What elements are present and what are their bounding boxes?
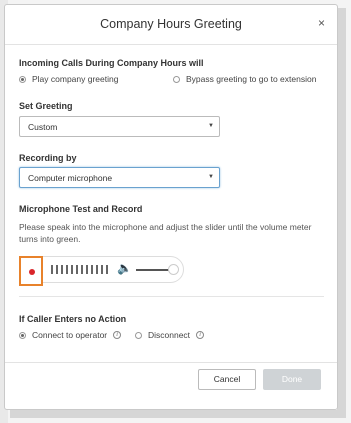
recording-by-select[interactable]: Computer microphone ▼ — [19, 167, 220, 188]
dialog-shadow-right — [337, 8, 346, 413]
radio-button[interactable] — [135, 331, 142, 339]
radio-label: Play company greeting — [32, 74, 119, 84]
close-icon[interactable]: × — [318, 16, 325, 30]
set-greeting-label: Set Greeting — [19, 101, 73, 111]
dialog-header: Company Hours Greeting × — [5, 5, 337, 45]
select-value: Computer microphone — [28, 173, 113, 183]
meter-bar — [51, 265, 53, 274]
radio-button[interactable] — [19, 331, 26, 339]
radio-connect-operator[interactable]: Connect to operator i — [19, 330, 122, 340]
meter-bar — [106, 265, 108, 274]
volume-slider-handle[interactable] — [168, 264, 179, 275]
volume-slider-track[interactable] — [136, 269, 172, 271]
set-greeting-select[interactable]: Custom ▼ — [19, 116, 220, 137]
meter-bar — [101, 265, 103, 274]
meter-bar — [66, 265, 68, 274]
meter-bar — [86, 265, 88, 274]
radio-button[interactable] — [173, 75, 180, 83]
meter-bar — [91, 265, 93, 274]
mic-test-description: Please speak into the microphone and adj… — [19, 222, 312, 244]
radio-label: Disconnect — [148, 330, 191, 340]
radio-bypass-greeting[interactable]: Bypass greeting to go to extension — [173, 74, 316, 84]
meter-bar — [81, 265, 83, 274]
info-icon[interactable]: i — [196, 331, 205, 339]
company-hours-greeting-dialog: Company Hours Greeting × Incoming Calls … — [4, 4, 338, 410]
select-value: Custom — [28, 122, 58, 132]
speaker-icon: 🔈 — [117, 261, 132, 275]
cancel-button[interactable]: Cancel — [198, 369, 256, 390]
chevron-down-icon: ▼ — [208, 123, 214, 129]
meter-bar — [71, 265, 73, 274]
incoming-calls-label: Incoming Calls During Company Hours will — [19, 58, 204, 68]
done-button[interactable]: Done — [263, 369, 321, 390]
meter-bar — [76, 265, 78, 274]
dialog-title: Company Hours Greeting — [100, 17, 242, 31]
record-button[interactable] — [19, 256, 43, 286]
radio-label: Bypass greeting to go to extension — [186, 74, 317, 84]
info-icon[interactable]: i — [113, 331, 122, 339]
meter-bar — [56, 265, 58, 274]
dialog-shadow-bottom — [10, 410, 346, 418]
no-action-label: If Caller Enters no Action — [19, 314, 127, 324]
recording-by-label: Recording by — [19, 153, 77, 163]
record-icon — [29, 269, 35, 275]
radio-play-greeting[interactable]: Play company greeting — [19, 74, 118, 84]
volume-meter-bars — [51, 265, 108, 274]
meter-bar — [61, 265, 63, 274]
radio-label: Connect to operator — [32, 330, 108, 340]
chevron-down-icon: ▼ — [208, 174, 214, 180]
radio-button[interactable] — [19, 75, 26, 83]
mic-test-label: Microphone Test and Record — [19, 204, 143, 214]
radio-disconnect[interactable]: Disconnect i — [135, 330, 205, 340]
meter-bar — [96, 265, 98, 274]
divider — [19, 296, 324, 297]
